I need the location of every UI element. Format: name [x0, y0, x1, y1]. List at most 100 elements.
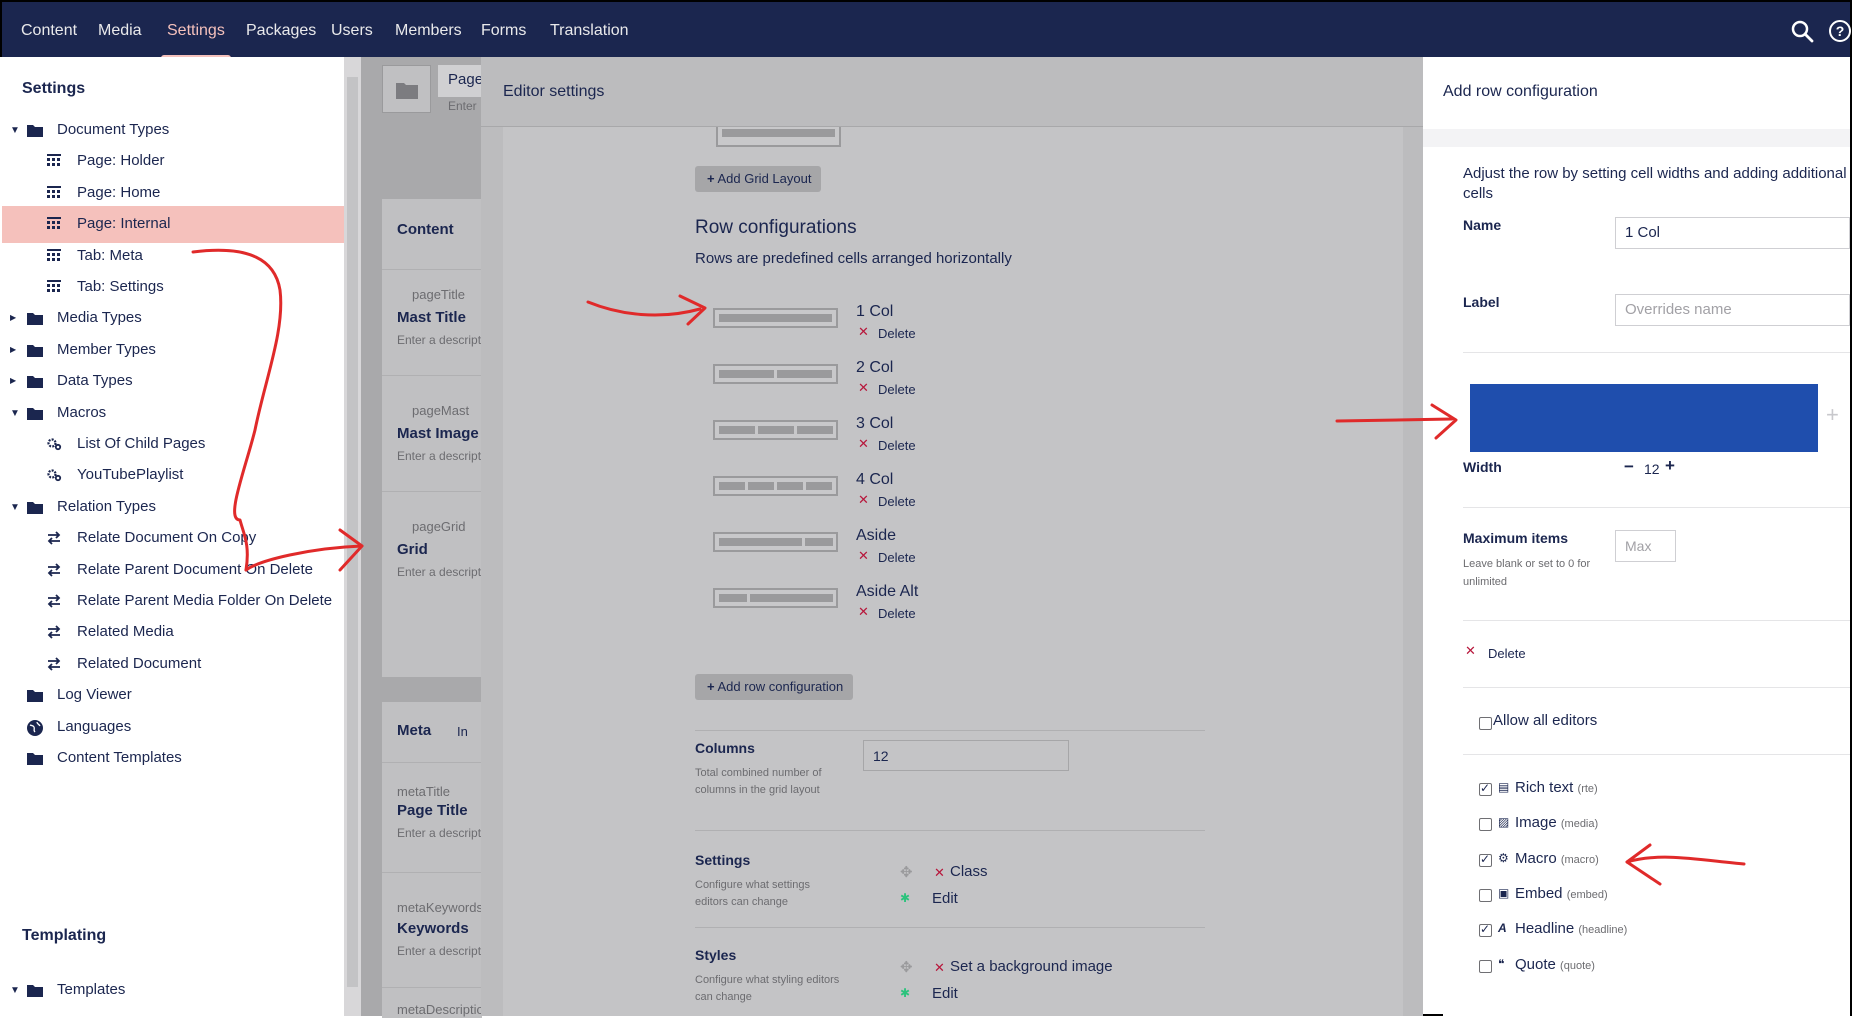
width-increase-icon[interactable]: +: [1665, 456, 1675, 476]
caret-right-icon[interactable]: ▶: [10, 313, 16, 322]
doctype-icon-box[interactable]: [382, 65, 431, 113]
editor-checkbox[interactable]: [1479, 888, 1492, 902]
row-config-thumb[interactable]: [713, 588, 838, 608]
nav-users[interactable]: Users: [331, 2, 373, 59]
row-config-name[interactable]: 4 Col: [856, 471, 893, 489]
doctype-desc-placeholder[interactable]: Enter: [448, 99, 477, 113]
delete-icon[interactable]: ✕: [858, 436, 869, 452]
content-group: Content pageTitle Mast Title Enter a des…: [382, 199, 482, 677]
help-icon[interactable]: ?: [1828, 19, 1852, 43]
property-name[interactable]: Keywords: [397, 920, 469, 937]
delete-icon[interactable]: ✕: [858, 492, 869, 508]
tree-item[interactable]: Content Templates: [2, 740, 344, 777]
editor-option[interactable]: Rich text (rte): [1515, 779, 1598, 796]
add-grid-layout-button[interactable]: + Add Grid Layout: [695, 166, 822, 192]
row-config-name[interactable]: Aside: [856, 527, 896, 545]
nav-media[interactable]: Media: [98, 2, 142, 59]
add-row-configuration-button[interactable]: + Add row configuration: [695, 674, 854, 700]
setting-item-class[interactable]: Class: [950, 863, 988, 880]
editor-option[interactable]: Quote (quote): [1515, 956, 1595, 973]
allow-all-editors-label[interactable]: Allow all editors: [1493, 712, 1597, 729]
property-name[interactable]: Grid: [397, 541, 428, 558]
drag-handle-icon[interactable]: ✥: [900, 863, 913, 881]
nav-forms[interactable]: Forms: [481, 2, 526, 59]
allow-all-editors-checkbox[interactable]: [1479, 717, 1492, 730]
nav-members[interactable]: Members: [395, 2, 462, 59]
nav-packages[interactable]: Packages: [246, 2, 316, 59]
editor-option[interactable]: Image (media): [1515, 814, 1598, 831]
editor-option[interactable]: Macro (macro): [1515, 850, 1599, 867]
row-config-delete-link[interactable]: Delete: [878, 606, 916, 621]
editor-option[interactable]: Headline (headline): [1515, 920, 1627, 937]
styles-desc: Configure what styling editors can chang…: [695, 974, 840, 1003]
folder-icon: [26, 310, 44, 330]
row-config-thumb[interactable]: [713, 420, 838, 440]
nav-content[interactable]: Content: [21, 2, 77, 59]
folder-icon: [26, 499, 44, 519]
row-config-thumb[interactable]: [713, 476, 838, 496]
nav-translation[interactable]: Translation: [550, 2, 629, 59]
row-config-delete-link[interactable]: Delete: [878, 494, 916, 509]
group-title: Meta: [397, 722, 432, 739]
delete-icon[interactable]: ✕: [858, 380, 869, 396]
width-decrease-icon[interactable]: −: [1624, 457, 1634, 477]
row-config-heading: Row configurations: [695, 217, 857, 238]
row-config-delete-link[interactable]: Delete: [878, 550, 916, 565]
delete-row-link[interactable]: Delete: [1488, 646, 1526, 661]
property-name[interactable]: Page Title: [397, 802, 468, 819]
name-input[interactable]: 1 Col: [1615, 217, 1850, 249]
property-alias: pageTitle: [412, 287, 465, 302]
row-config-delete-link[interactable]: Delete: [878, 438, 916, 453]
row-config-name[interactable]: 2 Col: [856, 359, 893, 377]
delete-icon[interactable]: ✕: [1465, 643, 1476, 659]
tree-item-templates[interactable]: ▼ Templates: [2, 972, 344, 1009]
editor-checkbox[interactable]: [1479, 959, 1492, 973]
editor-name: Rich text: [1515, 779, 1574, 796]
row-config-thumb[interactable]: [713, 532, 838, 552]
remove-style-icon[interactable]: ✕: [934, 960, 945, 976]
tree-section-settings: Settings: [22, 80, 86, 97]
row-config-name[interactable]: 3 Col: [856, 415, 893, 433]
caret-right-icon[interactable]: ▶: [10, 345, 16, 354]
nav-settings[interactable]: Settings: [161, 2, 231, 59]
delete-icon[interactable]: ✕: [858, 604, 869, 620]
group-title: Content: [397, 221, 454, 238]
editor-option[interactable]: Embed (embed): [1515, 885, 1608, 902]
doctype-name-input[interactable]: Page: [438, 65, 483, 97]
drag-handle-icon[interactable]: ✥: [900, 958, 913, 976]
row-config-name[interactable]: 1 Col: [856, 303, 893, 321]
delete-icon[interactable]: ✕: [858, 324, 869, 340]
tree-scrollbar[interactable]: [344, 57, 361, 1016]
row-config-thumb[interactable]: [713, 364, 838, 384]
editor-checkbox[interactable]: [1479, 781, 1492, 796]
delete-icon[interactable]: ✕: [858, 548, 869, 564]
style-item-background-image[interactable]: Set a background image: [950, 958, 1113, 975]
label-input[interactable]: Overrides name: [1615, 294, 1850, 326]
inherited-label: In: [457, 724, 468, 739]
search-icon[interactable]: [1790, 19, 1814, 43]
row-config-name[interactable]: Aside Alt: [856, 583, 918, 601]
styles-edit-link[interactable]: Edit: [932, 985, 958, 1002]
remove-setting-icon[interactable]: ✕: [934, 865, 945, 881]
caret-down-icon[interactable]: ▼: [10, 502, 20, 513]
scrollbar-thumb[interactable]: [347, 77, 358, 987]
max-items-input[interactable]: Max: [1615, 530, 1676, 562]
row-config-delete-link[interactable]: Delete: [878, 382, 916, 397]
editor-checkbox[interactable]: [1479, 818, 1492, 832]
caret-down-icon[interactable]: ▼: [10, 125, 20, 136]
caret-down-icon[interactable]: ▼: [10, 985, 20, 996]
grid-layout-thumb[interactable]: [716, 127, 841, 147]
columns-input[interactable]: 12: [863, 740, 1069, 771]
caret-down-icon[interactable]: ▼: [10, 408, 20, 419]
caret-right-icon[interactable]: ▶: [10, 376, 16, 385]
editor-checkbox[interactable]: [1479, 922, 1492, 938]
settings-edit-link[interactable]: Edit: [932, 890, 958, 907]
row-config-thumb[interactable]: [713, 308, 838, 328]
add-cell-icon[interactable]: +: [1826, 402, 1839, 428]
row-cell-preview[interactable]: [1470, 384, 1818, 452]
property-name[interactable]: Mast Title: [397, 309, 466, 326]
property-name[interactable]: Mast Image: [397, 425, 479, 442]
editor-alias: (macro): [1560, 853, 1599, 866]
editor-checkbox[interactable]: [1479, 852, 1492, 867]
row-config-delete-link[interactable]: Delete: [878, 326, 916, 341]
